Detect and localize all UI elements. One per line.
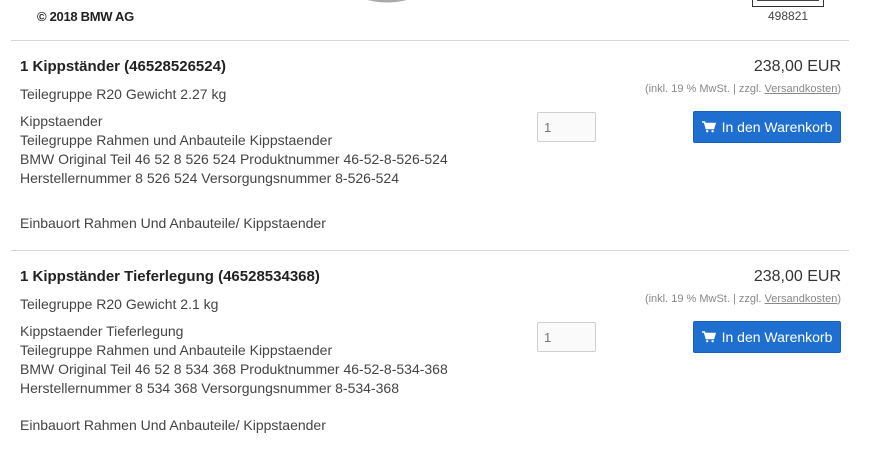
installation-location: Einbauort Rahmen Und Anbauteile/ Kippsta…	[20, 215, 326, 231]
shopping-cart-icon	[701, 331, 716, 343]
product-row: 1 Kippständer Tieferlegung (46528534368)…	[11, 250, 849, 453]
quantity-input[interactable]	[537, 322, 596, 352]
product-description: Kippstaender Tieferlegung Teilegruppe Ra…	[20, 322, 448, 398]
product-row: 1 Kippständer (46528526524) Teilegruppe …	[11, 40, 849, 251]
description-line: BMW Original Teil 46 52 8 534 368 Produk…	[20, 361, 448, 377]
tax-note-close: )	[837, 83, 841, 95]
description-line: BMW Original Teil 46 52 8 526 524 Produk…	[20, 151, 448, 167]
product-description: Kippstaender Teilegruppe Rahmen und Anba…	[20, 112, 448, 188]
add-to-cart-label: In den Warenkorb	[721, 329, 833, 345]
part-diagram-thumbnail[interactable]	[752, 0, 824, 7]
diagram-number: 498821	[768, 9, 809, 23]
product-price: 238,00 EUR	[753, 58, 841, 75]
add-to-cart-button[interactable]: In den Warenkorb	[693, 321, 841, 353]
description-line: Teilegruppe Rahmen und Anbauteile Kippst…	[20, 342, 333, 358]
description-line: Kippstaender	[20, 113, 103, 129]
tax-note-text: (inkl. 19 % MwSt. | zzgl.	[644, 293, 765, 305]
product-title: 1 Kippständer Tieferlegung (46528534368)	[20, 268, 320, 285]
shipping-costs-link[interactable]: Versandkosten	[765, 83, 838, 95]
part-image-fragment	[367, 0, 407, 3]
tax-note-close: )	[837, 293, 841, 305]
copyright-text: © 2018 BMW AG	[37, 9, 134, 24]
installation-location: Einbauort Rahmen Und Anbauteile/ Kippsta…	[20, 417, 326, 433]
product-price: 238,00 EUR	[753, 268, 841, 285]
diagram-strip: © 2018 BMW AG 498821	[0, 0, 879, 40]
product-title: 1 Kippständer (46528526524)	[20, 58, 226, 75]
description-line: Kippstaender Tieferlegung	[20, 323, 184, 339]
description-line: Herstellernummer 8 526 524 Versorgungsnu…	[20, 170, 399, 186]
product-group-weight: Teilegruppe R20 Gewicht 2.1 kg	[20, 296, 219, 312]
tax-note: (inkl. 19 % MwSt. | zzgl. Versandkosten)	[645, 83, 841, 95]
tax-note-text: (inkl. 19 % MwSt. | zzgl.	[644, 83, 765, 95]
shipping-costs-link[interactable]: Versandkosten	[765, 293, 838, 305]
quantity-input[interactable]	[537, 112, 596, 142]
parts-page: © 2018 BMW AG 498821 1 Kippständer (4652…	[0, 0, 879, 453]
description-line: Teilegruppe Rahmen und Anbauteile Kippst…	[20, 132, 333, 148]
add-to-cart-button[interactable]: In den Warenkorb	[693, 111, 841, 143]
tax-note: (inkl. 19 % MwSt. | zzgl. Versandkosten)	[645, 293, 841, 305]
add-to-cart-label: In den Warenkorb	[721, 119, 833, 135]
product-group-weight: Teilegruppe R20 Gewicht 2.27 kg	[20, 86, 227, 102]
shopping-cart-icon	[701, 121, 716, 133]
description-line: Herstellernummer 8 534 368 Versorgungsnu…	[20, 380, 399, 396]
